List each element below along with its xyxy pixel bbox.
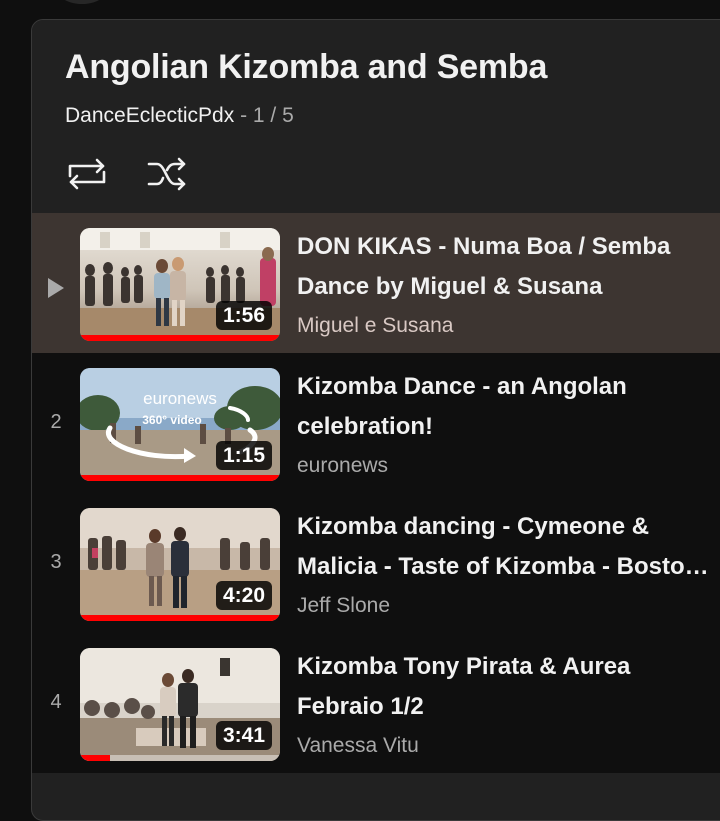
loop-button[interactable] — [65, 152, 109, 196]
thumb-overlay-logo: euronews — [143, 389, 217, 408]
video-duration: 3:41 — [215, 721, 272, 750]
video-channel[interactable]: Miguel e Susana — [297, 308, 717, 344]
playlist-item-2[interactable]: 2 euronews 360° video 1:15 Kizomba Dance… — [32, 353, 720, 493]
watch-progress — [80, 335, 280, 341]
avatar-fragment — [52, 0, 112, 4]
playlist-title[interactable]: Angolian Kizomba and Semba — [65, 48, 547, 87]
playlist-meta: DanceEclecticPdx - 1 / 5 — [65, 104, 294, 128]
playlist-panel: Angolian Kizomba and Semba DanceEclectic… — [31, 19, 720, 821]
video-duration: 1:56 — [215, 301, 272, 330]
item-index: 3 — [50, 551, 62, 573]
playlist-item-3[interactable]: 3 4:20 Kizomba dancing - Cymeone & Malic… — [32, 493, 720, 633]
video-channel[interactable]: Vanessa Vitu — [297, 728, 717, 764]
shuffle-icon — [147, 157, 186, 191]
video-thumbnail[interactable]: 3:41 — [80, 648, 280, 761]
thumb-overlay-sub: 360° video — [142, 413, 202, 427]
video-thumbnail[interactable]: 1:56 — [80, 228, 280, 341]
loop-icon — [68, 158, 106, 190]
video-info: Kizomba Tony Pirata & Aurea Febraio 1/2 … — [297, 647, 717, 764]
item-index: 2 — [50, 411, 62, 433]
playlist-position: - 1 / 5 — [234, 104, 294, 127]
playlist-item-1[interactable]: 1:56 DON KIKAS - Numa Boa / Semba Dance … — [32, 213, 720, 353]
video-title[interactable]: Kizomba Tony Pirata & Aurea Febraio 1/2 — [297, 647, 717, 727]
video-duration: 1:15 — [215, 441, 272, 470]
watch-progress — [80, 755, 110, 761]
item-index: 4 — [50, 691, 62, 713]
watch-progress-track — [80, 755, 280, 761]
video-thumbnail[interactable]: euronews 360° video 1:15 — [80, 368, 280, 481]
video-title[interactable]: Kizomba Dance - an Angolan celebration! — [297, 367, 717, 447]
shuffle-button[interactable] — [145, 152, 189, 196]
video-title[interactable]: DON KIKAS - Numa Boa / Semba Dance by Mi… — [297, 227, 717, 307]
video-channel[interactable]: Jeff Slone — [297, 588, 717, 624]
video-thumbnail[interactable]: 4:20 — [80, 508, 280, 621]
playlist-controls — [65, 152, 189, 196]
video-channel[interactable]: euronews — [297, 448, 717, 484]
playlist-item-4[interactable]: 4 3:41 Kizomba Tony Pirata & Aurea Febra… — [32, 633, 720, 773]
watch-progress — [80, 615, 280, 621]
video-info: Kizomba dancing - Cymeone & Malicia - Ta… — [297, 507, 717, 624]
playlist-owner-link[interactable]: DanceEclecticPdx — [65, 104, 234, 127]
video-info: Kizomba Dance - an Angolan celebration! … — [297, 367, 717, 484]
video-duration: 4:20 — [215, 581, 272, 610]
playlist-header: Angolian Kizomba and Semba DanceEclectic… — [32, 20, 720, 213]
playlist-items: 1:56 DON KIKAS - Numa Boa / Semba Dance … — [32, 213, 720, 773]
now-playing-icon — [48, 278, 64, 298]
watch-progress — [80, 475, 280, 481]
video-title[interactable]: Kizomba dancing - Cymeone & Malicia - Ta… — [297, 507, 717, 587]
video-info: DON KIKAS - Numa Boa / Semba Dance by Mi… — [297, 227, 717, 344]
